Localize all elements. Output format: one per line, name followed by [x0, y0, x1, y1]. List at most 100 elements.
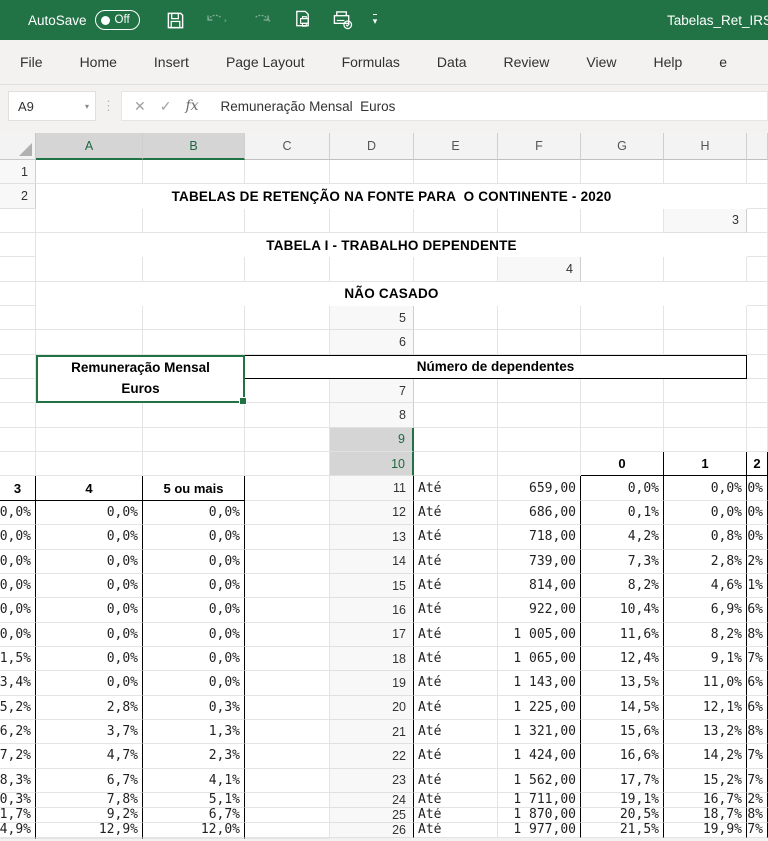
autosave-pill[interactable]: Off: [94, 10, 140, 30]
cell-C26[interactable]: 21,5%: [581, 822, 664, 838]
cell-C22[interactable]: 16,6%: [581, 744, 664, 769]
cell-F4[interactable]: [0, 306, 36, 331]
cell-B15[interactable]: 814,00: [498, 573, 581, 599]
cell-H3[interactable]: [330, 257, 414, 282]
cell-C10[interactable]: 0: [581, 452, 664, 477]
cell-I26[interactable]: [245, 837, 330, 839]
cell-B16[interactable]: 922,00: [498, 598, 581, 623]
cell-I8[interactable]: [245, 427, 330, 453]
cell-B22[interactable]: 1 424,00: [498, 744, 581, 769]
cell-G11[interactable]: 0,0%: [36, 500, 143, 526]
cell-A8[interactable]: [414, 403, 498, 428]
cell-D24[interactable]: 16,7%: [664, 792, 747, 808]
cell-A19[interactable]: Até: [414, 671, 498, 696]
ribbon-tab-data[interactable]: Data: [437, 54, 467, 70]
cell-B10[interactable]: [498, 452, 581, 477]
row-header-1[interactable]: 1: [0, 160, 36, 185]
cell-H6[interactable]: [0, 379, 36, 404]
cell-G26[interactable]: 14,9%: [36, 837, 143, 839]
cell-H24[interactable]: 6,7%: [143, 807, 245, 823]
cell-H16[interactable]: 0,0%: [143, 622, 245, 647]
formula-input[interactable]: Remuneração Mensal Euros: [210, 91, 768, 121]
row-header-6[interactable]: 6: [330, 330, 414, 355]
cell-C18[interactable]: 12,4%: [581, 646, 664, 672]
cell-E12[interactable]: 0,0%: [747, 500, 768, 526]
cell-B25[interactable]: 1 870,00: [498, 807, 581, 823]
cell-B17[interactable]: 1 005,00: [498, 622, 581, 647]
ribbon-tab-formulas[interactable]: Formulas: [342, 54, 400, 70]
cell-B6[interactable]: [498, 330, 581, 355]
cell-H8[interactable]: [143, 427, 245, 453]
cell-A10[interactable]: [414, 452, 498, 477]
column-header-H[interactable]: H: [664, 133, 747, 160]
cell-F7[interactable]: [0, 403, 36, 428]
ribbon-tab-e[interactable]: e: [719, 54, 727, 70]
cell-C23[interactable]: 17,7%: [581, 768, 664, 793]
cell-D19[interactable]: 11,0%: [664, 671, 747, 696]
cell-F25[interactable]: 14,9%: [0, 822, 36, 838]
print-preview-icon[interactable]: [293, 10, 312, 30]
cell-A25[interactable]: Até: [414, 807, 498, 823]
cell-C3[interactable]: [747, 233, 768, 258]
cell-G3[interactable]: [245, 257, 330, 282]
cell-E11[interactable]: 0,0%: [747, 476, 768, 501]
cell-G4[interactable]: [36, 306, 143, 331]
cell-D14[interactable]: 2,8%: [664, 549, 747, 574]
cell-F19[interactable]: 5,2%: [0, 695, 36, 720]
ribbon-tab-insert[interactable]: Insert: [154, 54, 189, 70]
cell-H22[interactable]: 4,1%: [143, 768, 245, 793]
cell-F8[interactable]: [0, 427, 36, 453]
name-box[interactable]: A9 ▾: [8, 91, 96, 121]
cell-E25[interactable]: 17,8%: [747, 807, 768, 823]
cell-I14[interactable]: [245, 573, 330, 599]
cell-H20[interactable]: 1,3%: [143, 719, 245, 745]
cell-C4[interactable]: [747, 257, 768, 282]
redo-icon[interactable]: [249, 11, 273, 29]
cell-D2[interactable]: [143, 208, 245, 234]
cell-B24[interactable]: 1 711,00: [498, 792, 581, 808]
cell-D16[interactable]: 6,9%: [664, 598, 747, 623]
cell-B13[interactable]: 718,00: [498, 525, 581, 550]
cell-F22[interactable]: 8,3%: [0, 768, 36, 793]
cell-F3[interactable]: [143, 257, 245, 282]
cell-C12[interactable]: 0,1%: [581, 500, 664, 526]
cell-H26[interactable]: 12,9%: [143, 837, 245, 839]
cell-I18[interactable]: [245, 671, 330, 696]
cell-I25[interactable]: [245, 822, 330, 838]
row-header-9[interactable]: 9: [330, 427, 414, 453]
cell-G22[interactable]: 6,7%: [36, 768, 143, 793]
column-header-E[interactable]: E: [414, 133, 498, 160]
cell-G10[interactable]: 4: [36, 476, 143, 501]
cell-A1[interactable]: [36, 160, 143, 185]
cell-E1[interactable]: [414, 160, 498, 185]
cell-C20[interactable]: 14,5%: [581, 695, 664, 720]
save-icon[interactable]: [166, 11, 185, 30]
cell-B5[interactable]: [498, 306, 581, 331]
cell-H7[interactable]: [143, 403, 245, 428]
cell-F21[interactable]: 7,2%: [0, 744, 36, 769]
cell-A7[interactable]: [414, 379, 498, 404]
cell-B3[interactable]: [0, 233, 36, 258]
ribbon-tab-help[interactable]: Help: [654, 54, 683, 70]
cancel-icon[interactable]: ✕: [134, 98, 146, 115]
row-header-22[interactable]: 22: [330, 744, 414, 769]
cell-G19[interactable]: 2,8%: [36, 695, 143, 720]
cell-A14[interactable]: Até: [414, 549, 498, 574]
cell-I5[interactable]: [245, 330, 330, 355]
cell-A26[interactable]: Até: [414, 822, 498, 838]
cell-B4[interactable]: [664, 257, 747, 282]
cell-A5[interactable]: [414, 306, 498, 331]
cell-G25[interactable]: 12,9%: [36, 822, 143, 838]
row-header-25[interactable]: 25: [330, 807, 414, 823]
row-header-15[interactable]: 15: [330, 573, 414, 599]
cell-C25[interactable]: 20,5%: [581, 807, 664, 823]
row-header-20[interactable]: 20: [330, 695, 414, 720]
select-all-corner[interactable]: [0, 133, 36, 160]
cell-E3[interactable]: [36, 257, 143, 282]
cell-A2[interactable]: [747, 184, 768, 209]
cell-D6[interactable]: [664, 330, 747, 355]
cell-E26[interactable]: 18,7%: [747, 822, 768, 838]
cell-B20[interactable]: 1 225,00: [498, 695, 581, 720]
cell-C8[interactable]: [581, 403, 664, 428]
cell-H12[interactable]: 0,0%: [143, 525, 245, 550]
